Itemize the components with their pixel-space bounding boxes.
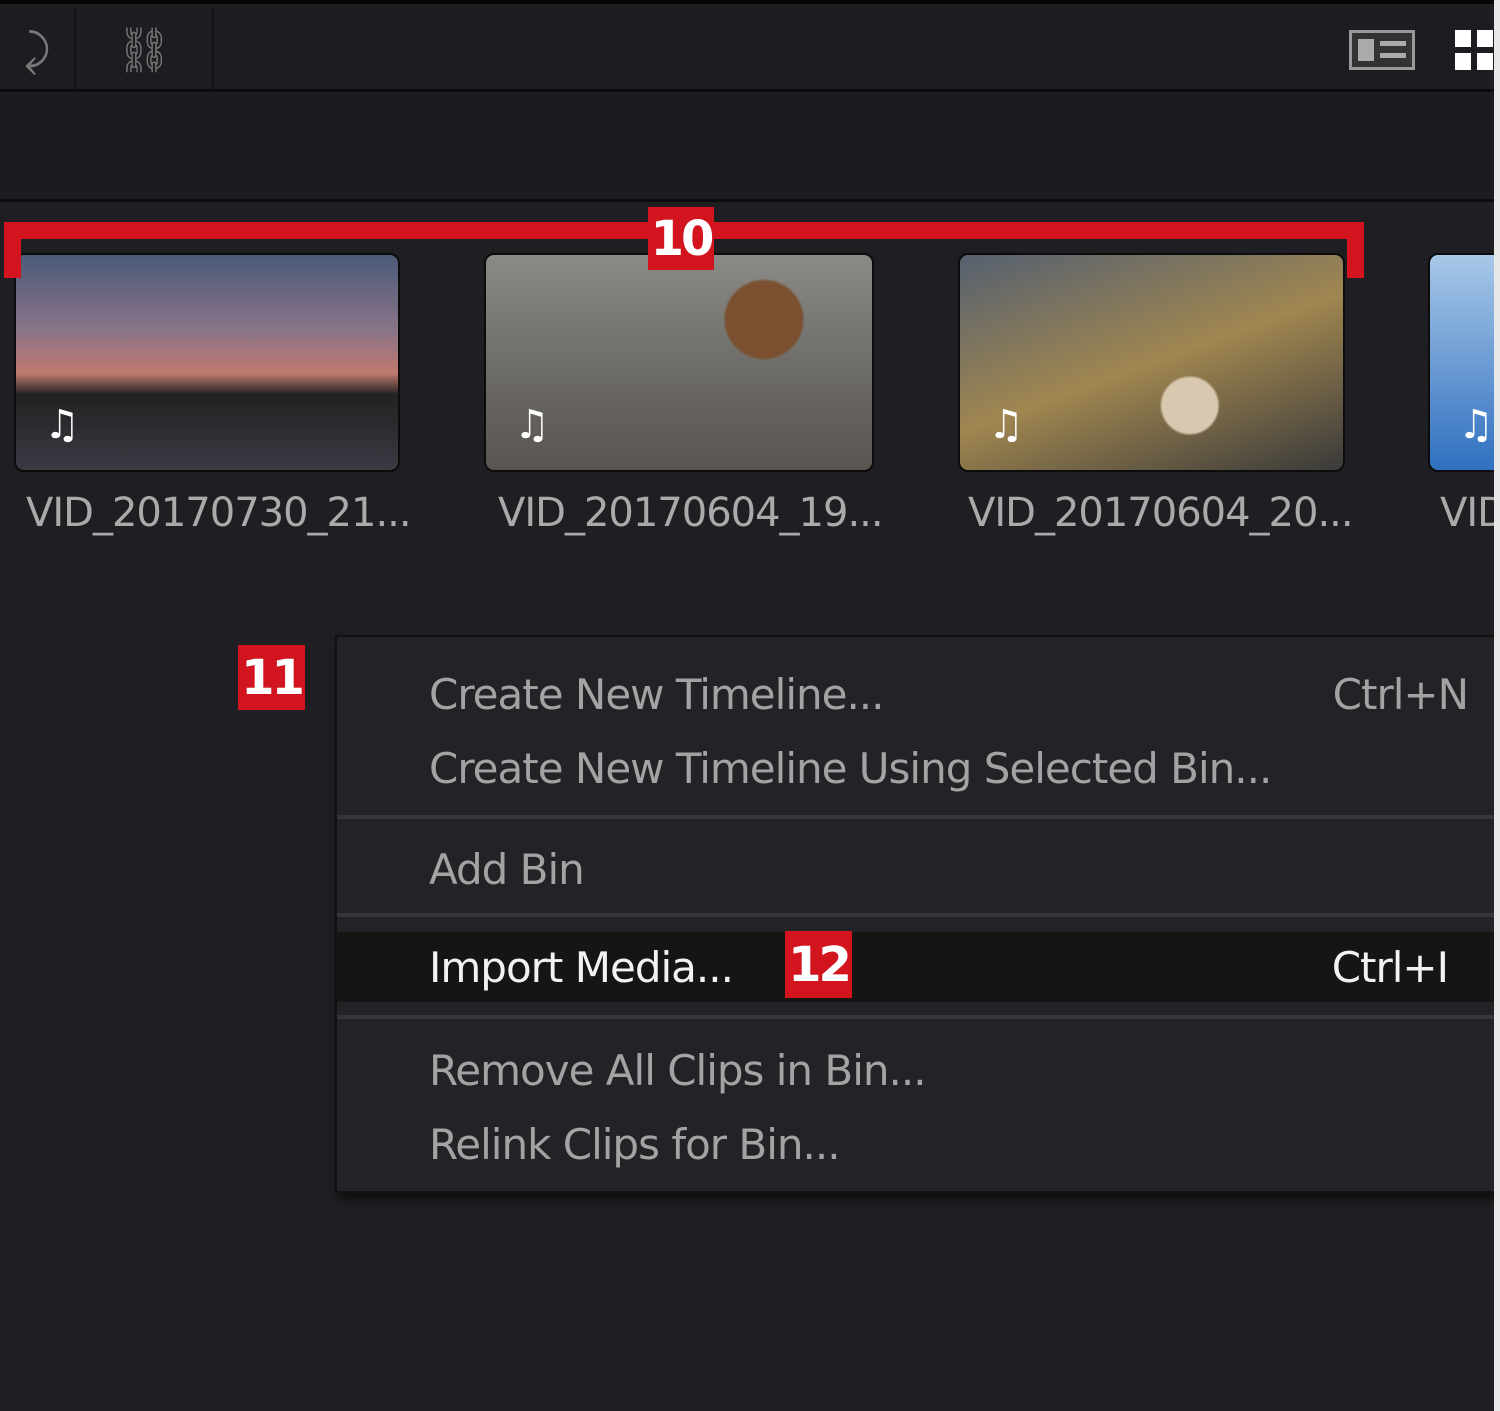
menu-separator — [337, 913, 1498, 917]
menu-item-create-timeline-selected-bin[interactable]: Create New Timeline Using Selected Bin..… — [337, 733, 1498, 803]
scrollbar[interactable] — [1494, 0, 1500, 1411]
clip-name: VID_20170730_21... — [26, 490, 412, 536]
menu-item-remove-all-clips[interactable]: Remove All Clips in Bin... — [337, 1035, 1498, 1105]
clip-thumbnail[interactable]: ♫ — [14, 253, 400, 472]
menu-item-label: Create New Timeline... — [429, 669, 884, 719]
link-swap-icon[interactable]: ⤸ — [0, 8, 76, 92]
clip-name: VID_20170604_19... — [498, 490, 884, 536]
audio-icon: ♫ — [44, 402, 80, 448]
menu-item-relink-clips[interactable]: Relink Clips for Bin... — [337, 1109, 1498, 1179]
audio-icon: ♫ — [514, 402, 550, 448]
menu-item-label: Relink Clips for Bin... — [429, 1119, 841, 1169]
clip-name: VID_20170604_20... — [968, 490, 1354, 536]
menu-separator — [337, 815, 1498, 819]
menu-item-import-media[interactable]: Import Media... Ctrl+I — [337, 932, 1498, 1002]
clip-thumbnail[interactable]: ♫ — [484, 253, 874, 472]
clip-thumbnail[interactable]: ♫ — [1428, 253, 1500, 472]
context-menu: Create New Timeline... Ctrl+N Create New … — [335, 635, 1500, 1193]
shortcut: Ctrl+N — [1332, 669, 1469, 719]
audio-icon: ♫ — [1458, 402, 1494, 448]
annotation-badge-10: 10 — [648, 207, 714, 270]
toolbar: ⤸ ⛓ — [0, 0, 1500, 92]
clip-name: VID — [1440, 490, 1500, 536]
menu-item-label: Import Media... — [429, 942, 734, 992]
menu-item-add-bin[interactable]: Add Bin — [337, 834, 1498, 904]
shortcut: Ctrl+I — [1331, 942, 1449, 992]
unlink-icon[interactable]: ⛓ — [76, 8, 214, 92]
annotation-badge-12: 12 — [785, 931, 852, 998]
menu-item-create-new-timeline[interactable]: Create New Timeline... Ctrl+N — [337, 659, 1498, 729]
menu-item-label: Create New Timeline Using Selected Bin..… — [429, 743, 1272, 793]
annotation-badge-11: 11 — [238, 645, 305, 710]
grid-view-icon[interactable] — [1455, 30, 1495, 70]
bin-header — [0, 92, 1500, 202]
clip-thumbnail[interactable]: ♫ — [958, 253, 1345, 472]
audio-icon: ♫ — [988, 402, 1024, 448]
menu-item-label: Add Bin — [429, 844, 585, 894]
list-view-icon[interactable] — [1349, 30, 1415, 70]
menu-item-label: Remove All Clips in Bin... — [429, 1045, 927, 1095]
menu-separator — [337, 1015, 1498, 1019]
